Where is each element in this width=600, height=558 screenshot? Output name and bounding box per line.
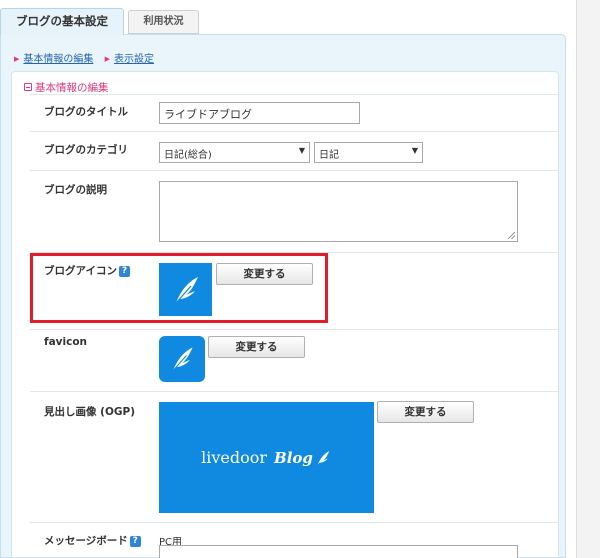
tab-blog-basic-settings[interactable]: ブログの基本設定 xyxy=(0,8,124,35)
right-scrollbar[interactable] xyxy=(576,0,600,558)
message-board-label: メッセージボード? xyxy=(44,533,141,548)
category-main-value: 日記(総合) xyxy=(164,150,212,161)
help-icon[interactable]: ? xyxy=(129,536,141,547)
favicon-label: favicon xyxy=(44,336,88,348)
breadcrumb: ▶ 基本情報の編集 ▶ 表示設定 xyxy=(14,50,154,65)
ogp-label: 見出し画像 (OGP) xyxy=(44,406,135,418)
blog-description-label: ブログの説明 xyxy=(44,184,107,196)
divider xyxy=(30,391,558,392)
blog-title-label: ブログのタイトル xyxy=(44,106,128,118)
collapse-icon[interactable] xyxy=(24,83,32,91)
change-ogp-button[interactable]: 変更する xyxy=(377,401,474,423)
blog-description-textarea[interactable] xyxy=(159,181,518,242)
resize-grip-icon[interactable] xyxy=(508,232,515,239)
divider xyxy=(30,329,558,330)
category-main-select[interactable]: 日記(総合) ▼ xyxy=(159,142,310,163)
link-basic-info-edit[interactable]: 基本情報の編集 xyxy=(23,54,93,65)
divider xyxy=(30,522,558,523)
triangle-bullet-icon: ▶ xyxy=(104,55,110,63)
ogp-logo-text: livedoor xyxy=(201,448,268,467)
section-title-text: 基本情報の編集 xyxy=(35,82,109,94)
section-title: 基本情報の編集 xyxy=(24,80,109,95)
dropdown-arrow-icon: ▼ xyxy=(298,146,305,155)
feather-icon xyxy=(317,450,330,465)
feather-icon xyxy=(172,347,193,371)
change-favicon-button[interactable]: 変更する xyxy=(208,336,305,358)
blog-category-label: ブログのカテゴリ xyxy=(44,144,128,156)
triangle-bullet-icon: ▶ xyxy=(14,55,20,63)
category-sub-select[interactable]: 日記 ▼ xyxy=(314,142,423,163)
divider xyxy=(30,94,558,95)
highlight-box xyxy=(30,253,328,323)
favicon-image xyxy=(159,336,205,382)
ogp-logo-script: Blog xyxy=(274,448,313,467)
divider xyxy=(30,170,558,171)
dropdown-arrow-icon: ▼ xyxy=(411,146,418,155)
blog-title-input[interactable]: ライブドアブログ xyxy=(159,102,360,124)
divider xyxy=(30,131,558,132)
ogp-image: livedoor Blog xyxy=(159,402,374,513)
link-display-settings[interactable]: 表示設定 xyxy=(114,54,154,65)
category-sub-value: 日記 xyxy=(319,150,339,161)
tab-usage-status[interactable]: 利用状況 xyxy=(128,10,199,34)
message-board-pc-input[interactable] xyxy=(159,545,518,558)
message-board-label-text: メッセージボード xyxy=(44,535,128,547)
